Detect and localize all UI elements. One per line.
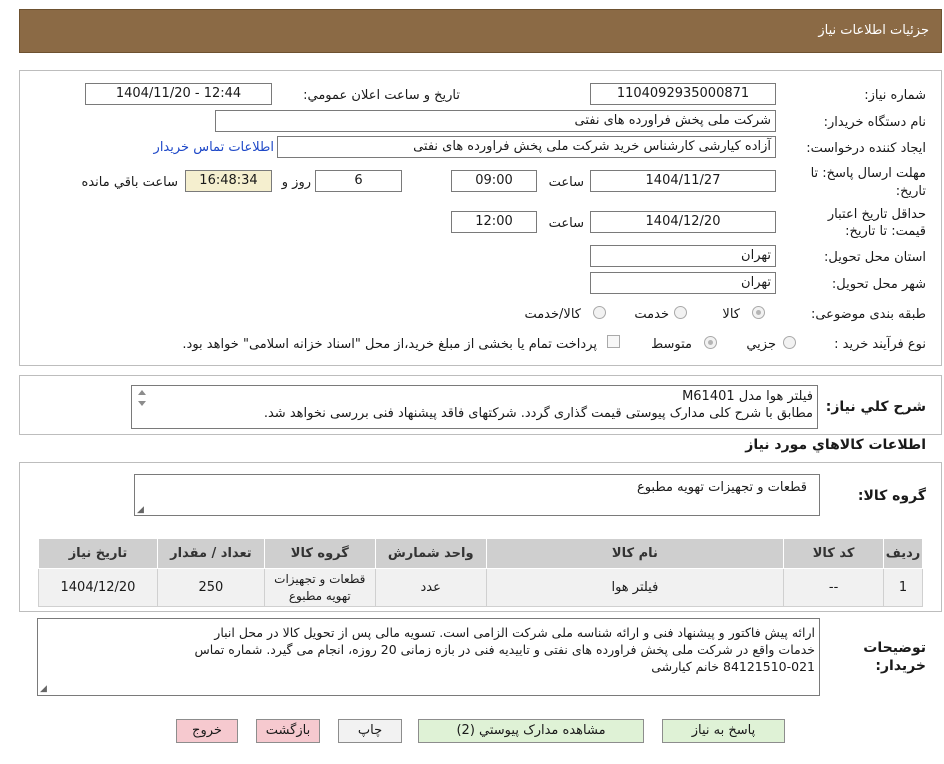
resize-handle-icon[interactable]: ◢ (137, 505, 144, 515)
remaining-time-field: 16:48:34 (185, 170, 272, 192)
items-table: رديف كد كالا نام كالا واحد شمارش گروه كا… (38, 538, 923, 607)
deadline-time-label: ساعت (548, 175, 584, 190)
buyer-org-field: شرکت ملی پخش فراورده های نفتی (215, 110, 776, 132)
deadline-label-2: تاريخ: (895, 184, 926, 199)
view-documents-button[interactable]: مشاهده مدارک پيوستي (2) (418, 719, 644, 743)
category-option-service: خدمت (634, 307, 669, 322)
remaining-days-field: 6 (315, 170, 402, 192)
col-group: گروه كالا (263, 538, 376, 569)
description-line-1: فیلتر هوا مدل M61401 (682, 389, 813, 404)
announce-label: تاریخ و ساعت اعلان عمومي: (303, 88, 460, 103)
need-number-field: 1104092935000871 (590, 83, 776, 105)
province-field: تهران (590, 245, 776, 267)
treasury-note: پرداخت تمام یا بخشی از مبلغ خرید،از محل … (182, 337, 597, 352)
description-line-2: مطابق با شرح کلی مدارک پیوستی قیمت گذاری… (263, 406, 813, 421)
city-field: تهران (590, 272, 776, 294)
validity-date-field: 1404/12/20 (590, 211, 776, 233)
col-qty: تعداد / مقدار (156, 538, 265, 569)
treasury-checkbox[interactable] (607, 335, 620, 348)
deadline-date-field: 1404/11/27 (590, 170, 776, 192)
purchase-option-medium: متوسط (651, 337, 692, 352)
cell-row: 1 (883, 568, 923, 607)
buyer-notes-line-3: 84121510-021 خانم کیارشی (651, 659, 815, 674)
deadline-time-field: 09:00 (451, 170, 537, 192)
remaining-label: ساعت باقي مانده (81, 175, 178, 190)
cell-qty: 250 (156, 568, 265, 607)
purchase-type-label: نوع فرآيند خريد : (834, 337, 926, 352)
category-label: طبقه بندی موضوعی: (810, 307, 926, 322)
cell-code: -- (783, 568, 885, 607)
category-option-goods: كالا (722, 307, 740, 322)
buyer-notes-textarea[interactable]: ارائه پیش فاکتور و پیشنهاد فنی و ارائه ش… (37, 618, 820, 696)
category-radio-service[interactable] (674, 306, 687, 319)
scroll-down-icon[interactable] (138, 401, 146, 406)
buyer-notes-label: توضيحات (863, 640, 926, 656)
validity-time-label: ساعت (548, 216, 584, 231)
cell-name: فیلتر هوا (485, 568, 785, 607)
description-textarea[interactable]: فیلتر هوا مدل M61401 مطابق با شرح کلی مد… (131, 385, 818, 429)
cell-unit: عدد (374, 568, 487, 607)
requester-field: آزاده کیارشی کارشناس خرید شرکت ملی پخش ف… (277, 136, 776, 158)
col-unit: واحد شمارش (374, 538, 487, 569)
col-row: رديف (883, 538, 923, 569)
reply-button[interactable]: پاسخ به نياز (662, 719, 785, 743)
category-radio-goods[interactable] (752, 306, 765, 319)
buyer-notes-line-1: ارائه پیش فاکتور و پیشنهاد فنی و ارائه ش… (214, 625, 815, 640)
back-button[interactable]: بازگشت (256, 719, 320, 743)
deadline-label: مهلت ارسال پاسخ: تا (810, 166, 926, 181)
table-header-row: رديف كد كالا نام كالا واحد شمارش گروه كا… (38, 538, 923, 569)
cell-group: قطعات و تجهیزات تهویه مطبوع (263, 568, 376, 607)
validity-label-2: قيمت: تا تاريخ: (845, 224, 926, 239)
exit-button[interactable]: خروج (176, 719, 238, 743)
buyer-notes-label-2: خريدار: (875, 658, 926, 674)
purchase-option-minor: جزيي (746, 337, 776, 352)
city-label: شهر محل تحويل: (831, 277, 926, 292)
validity-label: حداقل تاريخ اعتبار (827, 207, 926, 222)
need-number-label: شماره نیاز: (864, 88, 926, 103)
print-button[interactable]: چاپ (338, 719, 402, 743)
page-header: جزئیات اطلاعات نیاز (19, 9, 942, 53)
category-radio-both[interactable] (593, 306, 606, 319)
purchase-radio-minor[interactable] (783, 336, 796, 349)
col-name: نام كالا (485, 538, 785, 569)
cell-date: 1404/12/20 (38, 568, 158, 607)
col-code: كد كالا (783, 538, 885, 569)
goods-group-textarea[interactable]: قطعات و تجهیزات تهویه مطبوع (134, 474, 820, 516)
resize-handle-icon[interactable]: ◢ (40, 684, 47, 694)
scroll-up-icon[interactable] (138, 390, 146, 395)
col-date: تاريخ نياز (38, 538, 158, 569)
requester-label: ايجاد کننده درخواست: (806, 141, 926, 156)
days-label: روز و (281, 175, 311, 190)
buyer-contact-link[interactable]: اطلاعات تماس خريدار (154, 140, 274, 155)
category-option-both: كالا/خدمت (524, 307, 581, 322)
buyer-notes-line-2: خدمات واقع در شرکت ملی پخش فراورده های ن… (194, 642, 816, 657)
purchase-radio-medium[interactable] (704, 336, 717, 349)
validity-time-field: 12:00 (451, 211, 537, 233)
page-title: جزئیات اطلاعات نیاز (818, 23, 929, 38)
goods-section-title: اطلاعات كالاهاي مورد نياز (745, 437, 926, 453)
buyer-org-label: نام دستگاه خريدار: (823, 115, 926, 130)
table-row[interactable]: 1 -- فیلتر هوا عدد قطعات و تجهیزات تهویه… (38, 568, 923, 607)
announce-field: 1404/11/20 - 12:44 (85, 83, 272, 105)
province-label: استان محل تحويل: (824, 250, 926, 265)
description-label: شرح كلي نياز: (825, 399, 926, 415)
goods-group-label: گروه كالا: (857, 488, 926, 504)
